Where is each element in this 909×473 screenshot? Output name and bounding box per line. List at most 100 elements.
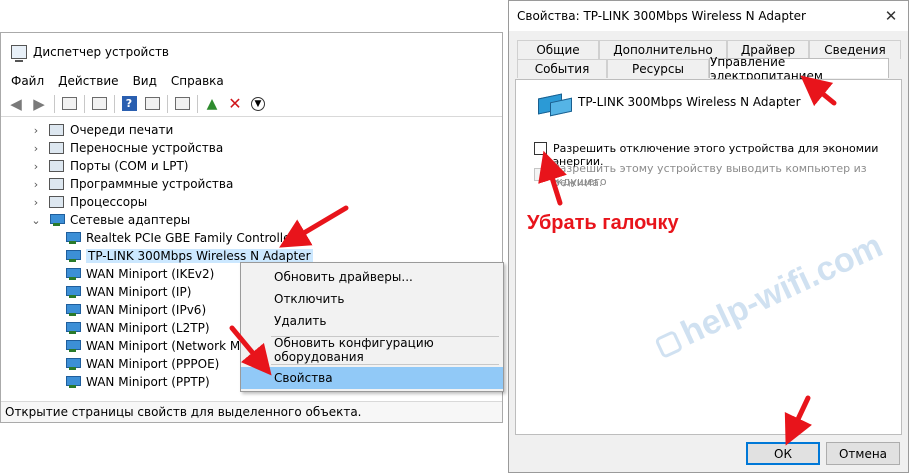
chevron-down-icon[interactable]: ⌄ [31,214,41,227]
menu-item-label: Свойства [274,371,333,385]
tree-device-wan-ikev2[interactable]: WAN Miniport (IKEv2) [65,265,214,283]
tree-device-wan-network-monitor[interactable]: WAN Miniport (Network Mon [65,337,255,355]
network-adapter-icon [65,357,81,371]
tree-item-label: WAN Miniport (IKEv2) [86,267,215,281]
toolbar-separator [54,94,55,113]
view-icon[interactable] [143,95,161,113]
forward-arrow-icon[interactable]: ▶ [30,95,48,113]
tab-label: Дополнительно [613,43,713,57]
menu-file[interactable]: Файл [11,74,44,88]
tree-item-label: WAN Miniport (PPTP) [86,375,210,389]
processor-icon [49,196,64,208]
network-adapter-icon [65,285,81,299]
back-arrow-icon[interactable]: ◀ [7,95,25,113]
update-driver-icon[interactable]: ▲ [203,95,221,113]
tree-item-label: WAN Miniport (PPPOE) [86,357,220,371]
tree-item-label: WAN Miniport (Network Mon [86,339,256,353]
tab-general[interactable]: Общие [517,40,599,59]
tree-category-network-adapters[interactable]: ⌄ Сетевые адаптеры [31,211,190,229]
chevron-right-icon[interactable]: › [31,196,41,209]
tree-category-portable-devices[interactable]: › Переносные устройства [31,139,223,157]
properties-titlebar: Свойства: TP-LINK 300Mbps Wireless N Ada… [509,1,908,31]
toolbar-separator [197,94,198,113]
tab-power-management[interactable]: Управление электропитанием [709,55,889,83]
tree-item-label: WAN Miniport (IP) [86,285,192,299]
allow-wake-label-line1: Разрешить этому устройству выводить комп… [553,162,867,188]
ok-button[interactable]: ОК [746,442,820,465]
close-icon[interactable]: ✕ [882,7,900,25]
tab-label: События [534,62,590,76]
network-adapter-icon [65,321,81,335]
tree-device-wan-pptp[interactable]: WAN Miniport (PPTP) [65,373,210,391]
tree-device-wan-l2tp[interactable]: WAN Miniport (L2TP) [65,319,210,337]
port-icon [49,160,64,172]
network-adapter-icon [65,249,81,263]
chevron-right-icon[interactable]: › [31,160,41,173]
menu-help[interactable]: Справка [171,74,224,88]
properties-icon[interactable] [90,95,108,113]
tree-item-label: Программные устройства [70,177,234,191]
properties-title: Свойства: TP-LINK 300Mbps Wireless N Ada… [517,9,806,23]
tree-category-processors[interactable]: › Процессоры [31,193,147,211]
tree-item-label: Процессоры [70,195,148,209]
tree-item-label: TP-LINK 300Mbps Wireless N Adapter [86,249,313,263]
menu-action[interactable]: Действие [58,74,118,88]
portable-device-icon [49,142,64,154]
tree-device-wan-ipv6[interactable]: WAN Miniport (IPv6) [65,301,206,319]
download-driver-icon[interactable]: ▼ [249,95,267,113]
help-icon[interactable]: ? [120,95,138,113]
printer-icon [49,124,64,136]
cancel-button[interactable]: Отмена [826,442,900,465]
tree-item-label: Сетевые адаптеры [70,213,191,227]
menu-item-label: Отключить [274,292,345,306]
device-name: TP-LINK 300Mbps Wireless N Adapter [578,95,801,109]
chevron-right-icon[interactable]: › [31,124,41,137]
status-text: Открытие страницы свойств для выделенног… [5,405,362,419]
tree-item-label: WAN Miniport (IPv6) [86,303,207,317]
menu-item-properties[interactable]: Свойства [241,367,503,389]
tab-resources[interactable]: Ресурсы [607,59,709,78]
uninstall-icon[interactable]: ✕ [226,94,244,113]
menu-bar: Файл Действие Вид Справка [1,71,502,91]
status-bar: Открытие страницы свойств для выделенног… [1,401,502,422]
show-hide-tree-icon[interactable] [60,95,78,113]
menu-item-uninstall[interactable]: Удалить [241,310,503,332]
cancel-button-label: Отмена [838,446,888,461]
allow-wake-label-line2: режима. [553,176,603,189]
tree-category-print-queues[interactable]: › Очереди печати [31,121,174,139]
menu-view[interactable]: Вид [133,74,157,88]
tab-label: Общие [536,43,580,57]
tree-item-label: Порты (COM и LPT) [70,159,189,173]
tree-item-label: Очереди печати [70,123,174,137]
toolbar-separator [114,94,115,113]
tab-events[interactable]: События [517,59,607,78]
allow-power-off-checkbox[interactable] [534,142,547,155]
annotation-text: Убрать галочку [527,212,679,234]
toolbar-separator [84,94,85,113]
menu-item-disable[interactable]: Отключить [241,288,503,310]
tab-label: Ресурсы [631,62,684,76]
menu-item-update-drivers[interactable]: Обновить драйверы... [241,266,503,288]
device-manager-icon [11,45,27,62]
menu-separator [271,364,499,365]
tree-device-realtek[interactable]: Realtek PCIe GBE Family Controller [65,229,295,247]
menu-item-label: Обновить конфигурацию оборудования [274,336,434,364]
tree-category-ports[interactable]: › Порты (COM и LPT) [31,157,189,175]
tree-item-label: Переносные устройства [70,141,224,155]
chevron-right-icon[interactable]: › [31,178,41,191]
tree-device-wan-pppoe[interactable]: WAN Miniport (PPPOE) [65,355,219,373]
network-adapter-icon [538,90,572,118]
menu-item-scan-hardware[interactable]: Обновить конфигурацию оборудования [241,336,503,364]
network-adapter-icon [65,231,81,245]
network-adapter-icon [49,213,65,227]
scan-hardware-icon[interactable] [173,95,191,113]
ok-button-label: ОК [774,446,792,461]
chevron-right-icon[interactable]: › [31,142,41,155]
tree-device-wan-ip[interactable]: WAN Miniport (IP) [65,283,191,301]
device-manager-titlebar: Диспетчер устройств [1,33,502,71]
menu-item-label: Удалить [274,314,327,328]
tab-advanced[interactable]: Дополнительно [599,40,727,59]
network-adapter-icon [65,339,81,353]
tree-category-software-devices[interactable]: › Программные устройства [31,175,234,193]
network-adapter-icon [65,303,81,317]
